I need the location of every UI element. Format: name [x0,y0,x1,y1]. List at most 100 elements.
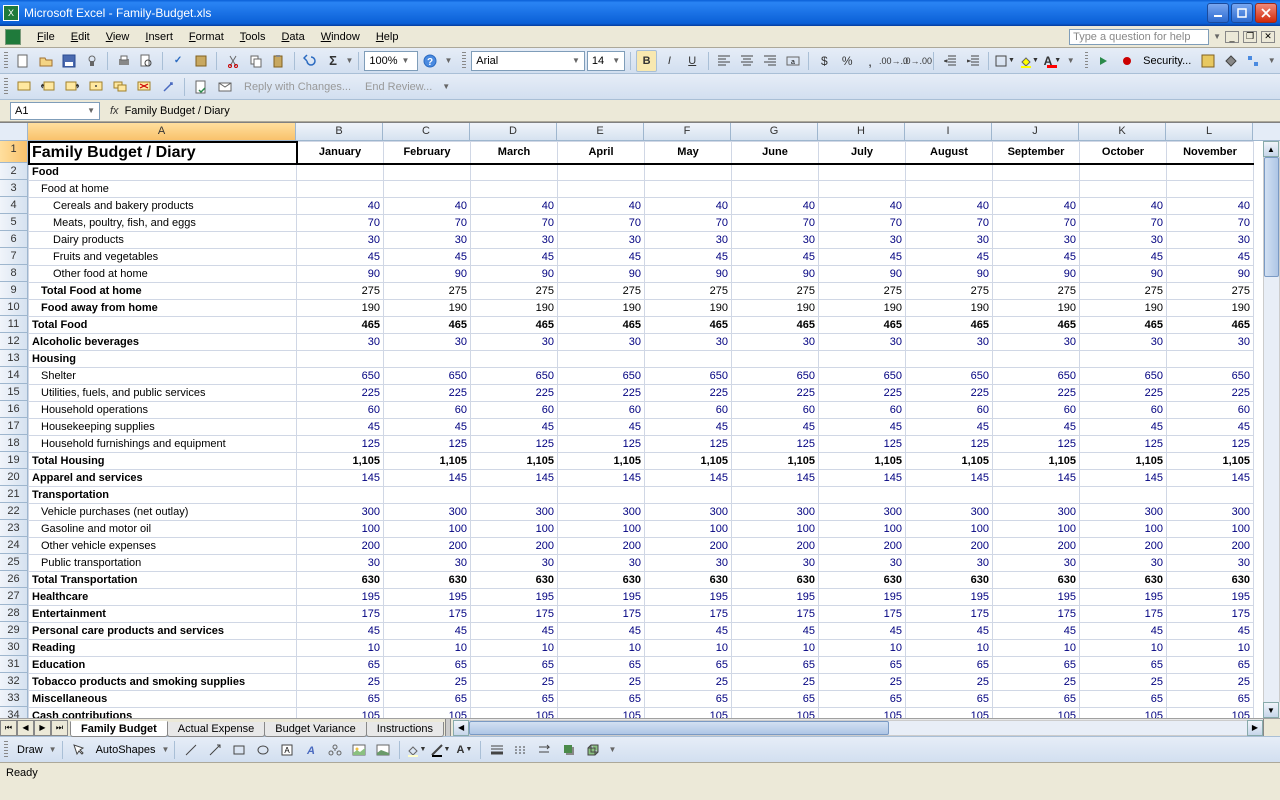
reply-changes-button[interactable]: Reply with Changes... [238,81,357,93]
cell-B26[interactable]: 630 [297,572,384,589]
cell-D33[interactable]: 65 [471,691,558,708]
cell-K18[interactable]: 125 [1080,436,1167,453]
cell-G19[interactable]: 1,105 [732,453,819,470]
cell-J12[interactable]: 30 [993,334,1080,351]
cell-C16[interactable]: 60 [384,402,471,419]
cell-I22[interactable]: 300 [906,504,993,521]
cell-J5[interactable]: 70 [993,215,1080,232]
cell-D25[interactable]: 30 [471,555,558,572]
cell-A6[interactable]: Dairy products [29,232,297,249]
insert-picture-icon[interactable] [372,739,394,761]
cell-L25[interactable]: 30 [1167,555,1254,572]
cell-K22[interactable]: 300 [1080,504,1167,521]
cell-A23[interactable]: Gasoline and motor oil [29,521,297,538]
cell-E24[interactable]: 200 [558,538,645,555]
cell-H30[interactable]: 10 [819,640,906,657]
col-header-B[interactable]: B [296,123,383,140]
cell-E16[interactable]: 60 [558,402,645,419]
cell-D26[interactable]: 630 [471,572,558,589]
cell-K2[interactable] [1080,164,1167,181]
cell-A4[interactable]: Cereals and bakery products [29,198,297,215]
cell-A1[interactable]: Family Budget / Diary [29,142,297,164]
cell-E12[interactable]: 30 [558,334,645,351]
cell-J4[interactable]: 40 [993,198,1080,215]
cell-B17[interactable]: 45 [297,419,384,436]
row-header-2[interactable]: 2 [0,163,27,180]
cell-G34[interactable]: 105 [732,708,819,719]
cell-L32[interactable]: 25 [1167,674,1254,691]
cell-G20[interactable]: 145 [732,470,819,487]
cell-L2[interactable] [1167,164,1254,181]
cell-H2[interactable] [819,164,906,181]
cell-L12[interactable]: 30 [1167,334,1254,351]
cell-A32[interactable]: Tobacco products and smoking supplies [29,674,297,691]
row-header-28[interactable]: 28 [0,605,27,622]
cell-I1[interactable]: August [906,142,993,164]
row-header-22[interactable]: 22 [0,503,27,520]
cell-G11[interactable]: 465 [732,317,819,334]
cell-G22[interactable]: 300 [732,504,819,521]
cell-F22[interactable]: 300 [645,504,732,521]
cell-K12[interactable]: 30 [1080,334,1167,351]
next-comment-icon[interactable] [61,76,83,98]
cell-L26[interactable]: 630 [1167,572,1254,589]
cell-I33[interactable]: 65 [906,691,993,708]
cell-C26[interactable]: 630 [384,572,471,589]
cell-K19[interactable]: 1,105 [1080,453,1167,470]
cell-D16[interactable]: 60 [471,402,558,419]
cell-H12[interactable]: 30 [819,334,906,351]
cell-I7[interactable]: 45 [906,249,993,266]
cell-B11[interactable]: 465 [297,317,384,334]
row-header-31[interactable]: 31 [0,656,27,673]
cell-D8[interactable]: 90 [471,266,558,283]
cell-E25[interactable]: 30 [558,555,645,572]
cell-J32[interactable]: 25 [993,674,1080,691]
cell-J6[interactable]: 30 [993,232,1080,249]
cell-D23[interactable]: 100 [471,521,558,538]
cell-D12[interactable]: 30 [471,334,558,351]
align-center-icon[interactable] [736,50,757,72]
cell-L7[interactable]: 45 [1167,249,1254,266]
cell-B6[interactable]: 30 [297,232,384,249]
cell-G12[interactable]: 30 [732,334,819,351]
cell-I14[interactable]: 650 [906,368,993,385]
cell-L29[interactable]: 45 [1167,623,1254,640]
sheet-tab-family-budget[interactable]: Family Budget [70,721,168,737]
cell-J2[interactable] [993,164,1080,181]
cell-J9[interactable]: 275 [993,283,1080,300]
cell-K26[interactable]: 630 [1080,572,1167,589]
cell-G10[interactable]: 190 [732,300,819,317]
fx-icon[interactable]: fx [110,105,119,117]
cell-H29[interactable]: 45 [819,623,906,640]
cell-J29[interactable]: 45 [993,623,1080,640]
row-header-10[interactable]: 10 [0,299,27,316]
cell-C9[interactable]: 275 [384,283,471,300]
cell-F10[interactable]: 190 [645,300,732,317]
cell-A9[interactable]: Total Food at home [29,283,297,300]
cell-I15[interactable]: 225 [906,385,993,402]
col-header-G[interactable]: G [731,123,818,140]
cell-L23[interactable]: 100 [1167,521,1254,538]
vertical-scrollbar[interactable]: ▲ ▼ [1263,141,1280,718]
cell-F25[interactable]: 30 [645,555,732,572]
cell-L16[interactable]: 60 [1167,402,1254,419]
cell-L27[interactable]: 195 [1167,589,1254,606]
menu-insert[interactable]: Insert [137,29,181,45]
prev-comment-icon[interactable] [37,76,59,98]
cell-D3[interactable] [471,181,558,198]
scroll-down-button[interactable]: ▼ [1263,702,1279,718]
cell-F32[interactable]: 25 [645,674,732,691]
vba-icon[interactable] [1197,50,1218,72]
cell-B13[interactable] [297,351,384,368]
cell-C4[interactable]: 40 [384,198,471,215]
cell-K20[interactable]: 145 [1080,470,1167,487]
cell-E28[interactable]: 175 [558,606,645,623]
cell-G9[interactable]: 275 [732,283,819,300]
cell-J18[interactable]: 125 [993,436,1080,453]
cell-D14[interactable]: 650 [471,368,558,385]
line-icon[interactable] [180,739,202,761]
macro-play-icon[interactable] [1093,50,1114,72]
cell-I28[interactable]: 175 [906,606,993,623]
row-header-3[interactable]: 3 [0,180,27,197]
cell-A7[interactable]: Fruits and vegetables [29,249,297,266]
